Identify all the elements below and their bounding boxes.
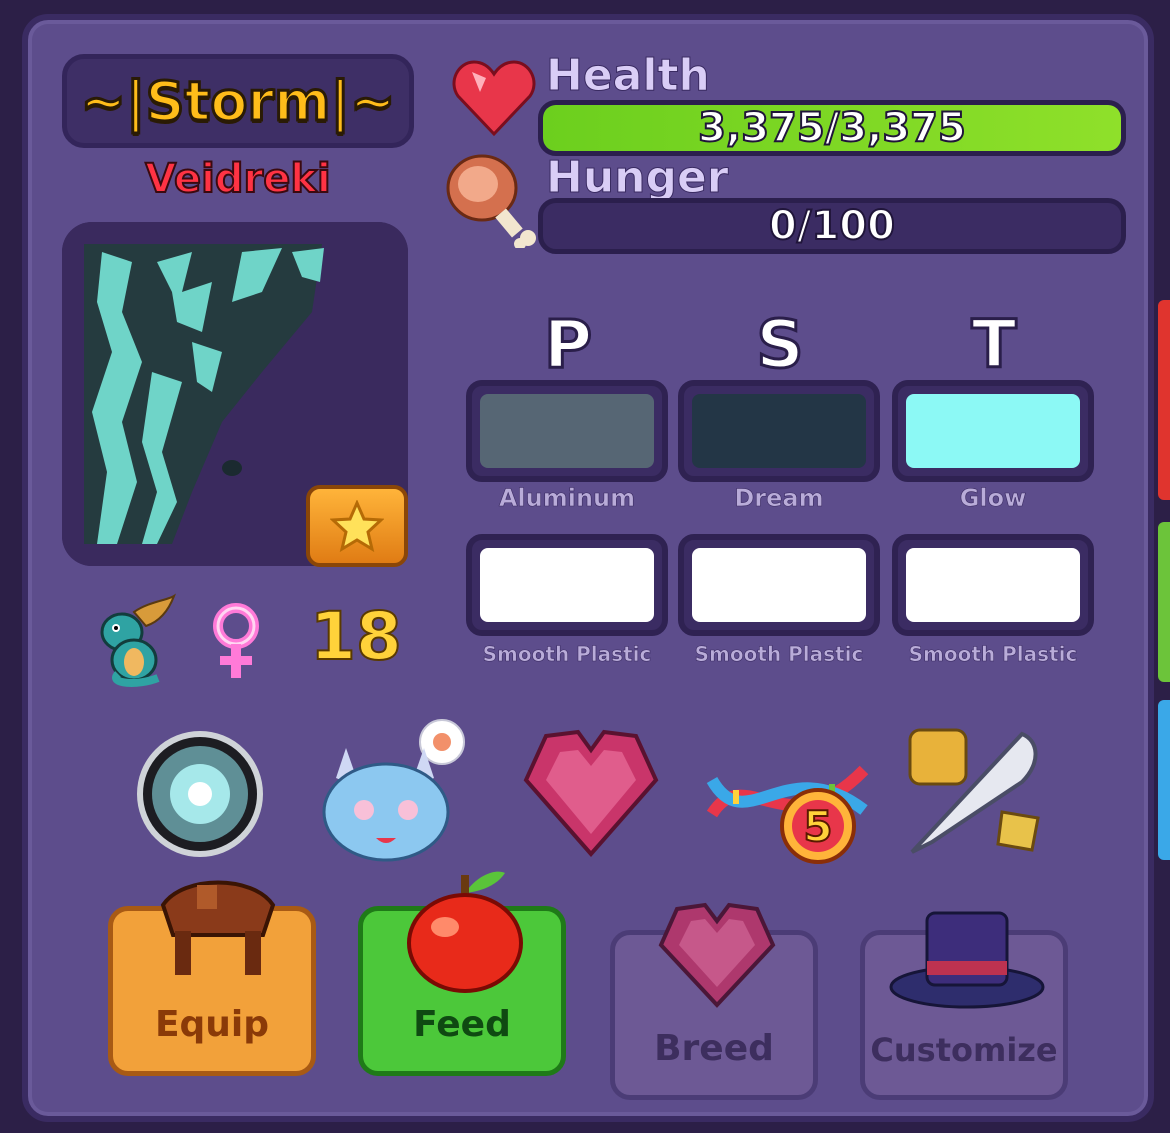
material-label: Smooth Plastic — [908, 642, 1078, 667]
pet-name: ~|Storm|~ — [79, 68, 397, 134]
heart-gem-icon[interactable] — [520, 724, 662, 864]
dragon-face-icon[interactable] — [306, 718, 470, 872]
customize-label: Customize — [870, 1031, 1058, 1069]
hunger-label: Hunger — [546, 152, 730, 204]
health-bar: 3,375/3,375 — [538, 100, 1126, 156]
material-label: Glow — [959, 484, 1027, 513]
health-label: Health — [546, 50, 711, 102]
meat-hunger-icon — [442, 148, 540, 252]
column-header-t: T — [970, 305, 1018, 385]
apple-icon — [407, 871, 523, 993]
pet-species: Veidreki — [144, 155, 331, 203]
feed-label: Feed — [413, 1004, 511, 1045]
column-header-p: P — [542, 305, 593, 385]
material-label: Smooth Plastic — [694, 642, 864, 667]
material-label: Smooth Plastic — [482, 642, 652, 667]
dragon-icon — [88, 592, 180, 692]
material-swatch-tertiary-2[interactable] — [892, 534, 1094, 636]
equip-button[interactable]: Equip — [108, 880, 316, 1076]
heart-health-icon — [452, 58, 536, 142]
hunger-value: 0/100 — [768, 203, 896, 249]
favorite-star-button[interactable] — [306, 485, 408, 567]
side-tab-red[interactable] — [1158, 300, 1170, 500]
heart-gem-icon — [658, 902, 776, 1008]
breed-button[interactable]: Breed — [610, 902, 818, 1100]
orb-icon[interactable] — [134, 728, 266, 864]
equip-label: Equip — [154, 1004, 270, 1045]
quill-icon[interactable] — [902, 722, 1046, 864]
saddle-icon — [160, 880, 276, 975]
material-swatch-secondary-2[interactable] — [678, 534, 880, 636]
dna-count-badge: 5 — [803, 802, 832, 851]
material-swatch-primary-2[interactable] — [466, 534, 668, 636]
material-label: Dream — [734, 484, 824, 513]
pet-level: 18 — [309, 597, 403, 676]
material-swatch-tertiary[interactable] — [892, 380, 1094, 482]
hunger-bar: 0/100 — [538, 198, 1126, 254]
side-tab-blue[interactable] — [1158, 700, 1170, 860]
top-hat-icon — [889, 911, 1045, 1009]
pet-name-plate[interactable]: ~|Storm|~ — [62, 54, 414, 148]
material-label: Aluminum — [498, 484, 636, 513]
side-tab-green[interactable] — [1158, 522, 1170, 682]
star-icon — [330, 500, 384, 552]
breed-label: Breed — [654, 1028, 774, 1069]
customize-button[interactable]: Customize — [860, 911, 1068, 1100]
column-header-s: S — [755, 305, 806, 385]
health-value: 3,375/3,375 — [697, 105, 967, 151]
feed-button[interactable]: Feed — [358, 871, 566, 1076]
material-swatch-secondary[interactable] — [678, 380, 880, 482]
female-symbol-icon — [206, 600, 268, 688]
dna-icon[interactable]: 5 — [706, 740, 870, 872]
material-swatch-primary[interactable] — [466, 380, 668, 482]
